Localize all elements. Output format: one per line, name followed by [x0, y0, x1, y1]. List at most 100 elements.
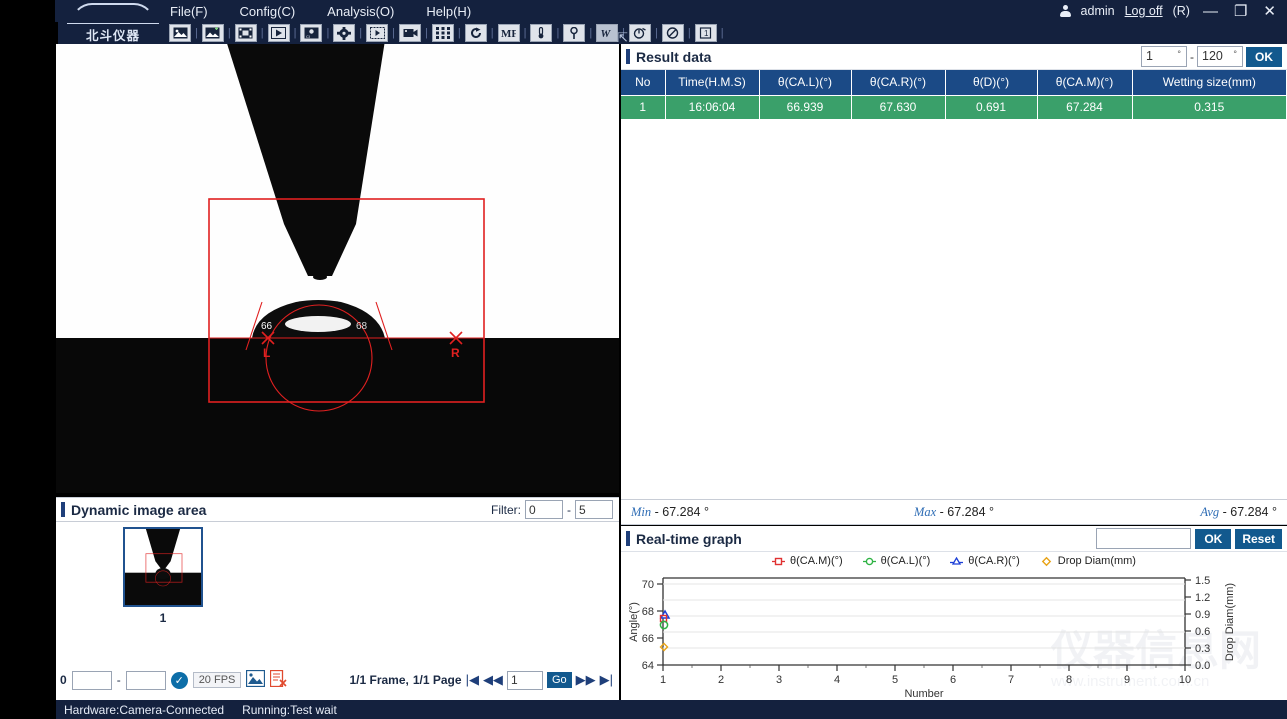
svg-text:MF: MF [501, 28, 516, 39]
logo-arc-line [67, 23, 159, 24]
legend-item-ca-m[interactable]: θ(CA.M)(°) [772, 555, 843, 567]
col-ca-m: θ(CA.M)(°) [1037, 70, 1133, 96]
real-time-chart: 仪器信息网 www.instrument.com.cn 70 68 66 64 … [628, 575, 1261, 700]
app-logo: 北斗仪器 [58, 0, 168, 44]
avg-value: - 67.284 ° [1222, 504, 1277, 519]
gear-icon[interactable] [333, 24, 356, 42]
result-range-from-value: 1 [1146, 49, 1153, 63]
ytick-64: 64 [642, 660, 654, 672]
nodrop-icon[interactable] [661, 24, 684, 42]
menu-help[interactable]: Help(H) [424, 2, 473, 21]
image-add-icon[interactable] [201, 24, 224, 42]
contact-angle-image-panel[interactable]: L R 66 68 [56, 44, 619, 493]
w-icon[interactable]: W [596, 24, 619, 42]
toolbar-separator: | [523, 27, 527, 39]
capture-icon[interactable]: CI [300, 24, 323, 42]
legend-item-ca-l[interactable]: θ(CA.L)(°) [862, 555, 930, 567]
menu-config[interactable]: Config(C) [238, 2, 298, 21]
filter-controls: Filter: - [491, 500, 613, 519]
dynamic-image-area-panel: Dynamic image area Filter: - 1 [56, 497, 619, 700]
toolbar-separator: | [457, 27, 461, 39]
legend-item-ca-r[interactable]: θ(CA.R)(°) [950, 555, 1020, 567]
username-label: admin [1080, 4, 1115, 18]
result-ok-button[interactable]: OK [1246, 46, 1282, 67]
film-icon[interactable] [234, 24, 257, 42]
thumbnail-item[interactable] [123, 527, 203, 607]
range-from-input[interactable] [71, 670, 112, 690]
xtick-3: 3 [776, 674, 782, 686]
menu-analysis[interactable]: Analysis(O) [325, 2, 396, 21]
main-toolbar: | | | | CI | | | | | | MF | | | W | | | … [168, 22, 1287, 44]
legend-item-drop-diam[interactable]: Drop Diam(mm) [1040, 555, 1136, 567]
last-page-icon[interactable]: ▶| [600, 672, 613, 688]
logoff-link[interactable]: Log off [1125, 4, 1163, 18]
delete-record-icon[interactable] [270, 669, 287, 690]
export-image-icon[interactable] [246, 669, 266, 690]
cell-d: 0.691 [945, 95, 1038, 120]
graph-input[interactable] [1096, 528, 1192, 549]
graph-title: Real-time graph [636, 530, 742, 547]
range-to-input[interactable] [125, 670, 166, 690]
menu-bar: File(F) Config(C) Analysis(O) Help(H) [168, 0, 473, 22]
marker-right-label: R [451, 346, 460, 360]
refresh-icon[interactable] [464, 24, 487, 42]
frame-count-label: 1/1 Frame, [349, 673, 409, 687]
y2tick-00: 0.0 [1195, 660, 1210, 672]
confirm-check-icon[interactable]: ✓ [170, 671, 188, 689]
dynamic-image-toolbar: 0 - ✓ 20 FPS 1/1 Frame, 1/1 Page |◀ ◀◀ G… [56, 668, 619, 692]
tension-icon[interactable] [563, 24, 586, 42]
range-dash: - [116, 673, 121, 687]
filter-dash: - [567, 502, 571, 517]
fps-label: 20 FPS [192, 672, 242, 688]
restore-button[interactable]: ❐ [1231, 4, 1250, 19]
thermometer-icon[interactable] [530, 24, 553, 42]
table-row[interactable]: 1 16:06:04 66.939 67.630 0.691 67.284 0.… [621, 95, 1287, 120]
chart-plot-area: 仪器信息网 www.instrument.com.cn 70 68 66 64 … [621, 570, 1287, 700]
result-range-from[interactable]: 1 ° [1141, 46, 1187, 67]
statistics-bar: Min - 67.284 ° Max - 67.284 ° Avg - 67.2… [621, 499, 1287, 525]
xtick-6: 6 [950, 674, 956, 686]
toolbar-separator: | [260, 27, 264, 39]
thumbnail-strip: 1 [56, 523, 619, 661]
minimize-button[interactable]: — [1200, 4, 1221, 19]
panel-accent-bar [61, 502, 65, 517]
datapoint-drop-diam [659, 642, 669, 652]
timer-icon[interactable] [629, 24, 652, 42]
camera-icon[interactable] [399, 24, 422, 42]
min-value: - 67.284 ° [654, 504, 709, 519]
logo-text: 北斗仪器 [85, 28, 140, 43]
prev-page-icon[interactable]: ◀◀ [483, 672, 503, 688]
contact-angle-image: L R 66 68 [56, 44, 619, 493]
panel-accent-bar [626, 49, 630, 64]
graph-reset-button[interactable]: Reset [1235, 528, 1282, 549]
frames-icon[interactable] [366, 24, 389, 42]
panel-accent-bar [626, 531, 630, 546]
result-data-panel: Result data 1 ° - 120 ° OK No Time(H.M.S… [621, 44, 1287, 499]
xtick-7: 7 [1008, 674, 1014, 686]
col-d: θ(D)(°) [945, 70, 1038, 96]
grid-icon[interactable] [431, 24, 454, 42]
thumbnail-image [125, 529, 201, 605]
first-page-icon[interactable]: |◀ [466, 672, 479, 688]
menu-file[interactable]: File(F) [168, 2, 210, 21]
close-button[interactable]: ✕ [1260, 4, 1279, 19]
mf-icon[interactable]: MF [497, 24, 520, 42]
graph-ok-button[interactable]: OK [1195, 528, 1232, 549]
degree-symbol: ° [1177, 49, 1181, 59]
next-page-icon[interactable]: ▶▶ [576, 672, 596, 688]
cell-time: 16:06:04 [665, 95, 760, 120]
result-range-to[interactable]: 120 ° [1197, 46, 1243, 67]
pagination-controls: 1/1 Frame, 1/1 Page |◀ ◀◀ Go ▶▶ ▶| [349, 670, 619, 690]
graph-header: Real-time graph OK Reset [621, 526, 1287, 552]
col-wetting-size: Wetting size(mm) [1132, 70, 1287, 96]
datapoint-ca-r [659, 609, 671, 619]
go-button[interactable]: Go [546, 672, 572, 688]
one-icon[interactable]: 1 [694, 24, 717, 42]
filter-to-input[interactable] [575, 500, 613, 519]
play-icon[interactable] [267, 24, 290, 42]
avg-label: Avg [1200, 504, 1220, 519]
y2-axis-label: Drop Diam(mm) [1224, 583, 1236, 661]
image-icon[interactable] [169, 24, 191, 42]
filter-from-input[interactable] [525, 500, 563, 519]
page-input[interactable] [506, 670, 543, 690]
